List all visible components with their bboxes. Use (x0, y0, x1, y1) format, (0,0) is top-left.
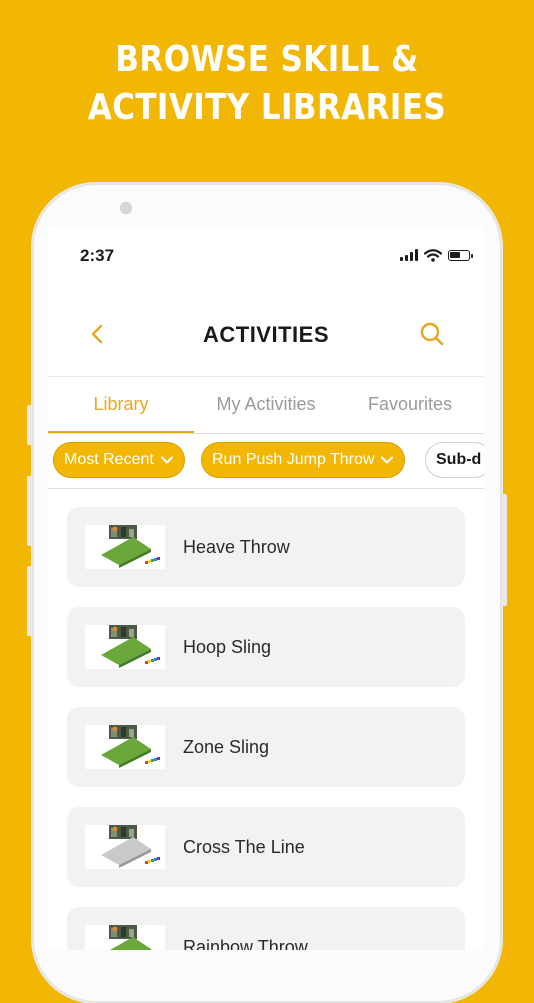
activity-thumbnail (85, 625, 165, 669)
nav-bar: ACTIVITIES (48, 314, 484, 354)
activity-card[interactable]: Zone Sling (67, 707, 465, 787)
activity-thumbnail (85, 925, 165, 950)
activity-title: Cross The Line (183, 837, 305, 857)
wifi-icon (424, 248, 442, 262)
status-icons (400, 248, 473, 262)
tab-my-activities[interactable]: My Activities (210, 377, 322, 433)
activity-card[interactable]: Rainbow Throw (67, 907, 465, 950)
filter-most-recent[interactable]: Most Recent (53, 442, 185, 478)
headline-line-2: ACTIVITY LIBRARIES (87, 87, 447, 128)
chevron-down-icon (160, 456, 173, 464)
tab-library[interactable]: Library (48, 377, 194, 433)
activity-thumbnail (85, 725, 165, 769)
filter-run-push-jump-throw[interactable]: Run Push Jump Throw (201, 442, 406, 478)
status-time: 2:37 (80, 246, 115, 265)
battery-icon (448, 249, 473, 261)
activity-card[interactable]: Hoop Sling (67, 607, 465, 687)
tab-bar: Library My Activities Favourites (48, 376, 484, 434)
promo-headline: BROWSE SKILL & ACTIVITY LIBRARIES (37, 36, 496, 132)
filter-label: Sub-d (436, 451, 482, 468)
app-screen: 2:37 ACTIVITIES Library My Activities Fa… (48, 226, 484, 950)
activity-thumbnail (85, 525, 165, 569)
search-icon (420, 322, 444, 346)
activity-thumbnail (85, 825, 165, 869)
activity-card[interactable]: Cross The Line (67, 807, 465, 887)
filter-label: Most Recent (64, 451, 154, 468)
activity-title: Hoop Sling (183, 637, 272, 657)
activity-title: Rainbow Throw (183, 937, 308, 950)
camera-icon (120, 202, 132, 214)
tab-favourites[interactable]: Favourites (340, 377, 480, 433)
headline-line-1: BROWSE SKILL & (115, 39, 419, 80)
signal-icon (400, 249, 418, 261)
activity-title: Zone Sling (183, 737, 270, 757)
filter-bar: Most Recent Run Push Jump Throw Sub-d (48, 432, 484, 489)
phone-side-button (502, 494, 507, 606)
filter-label: Run Push Jump Throw (212, 451, 375, 468)
activity-title: Heave Throw (183, 537, 290, 557)
filter-sub-discipline[interactable]: Sub-d (425, 442, 484, 478)
search-button[interactable] (418, 320, 446, 348)
activity-card[interactable]: Heave Throw (67, 507, 465, 587)
chevron-down-icon (381, 456, 394, 464)
